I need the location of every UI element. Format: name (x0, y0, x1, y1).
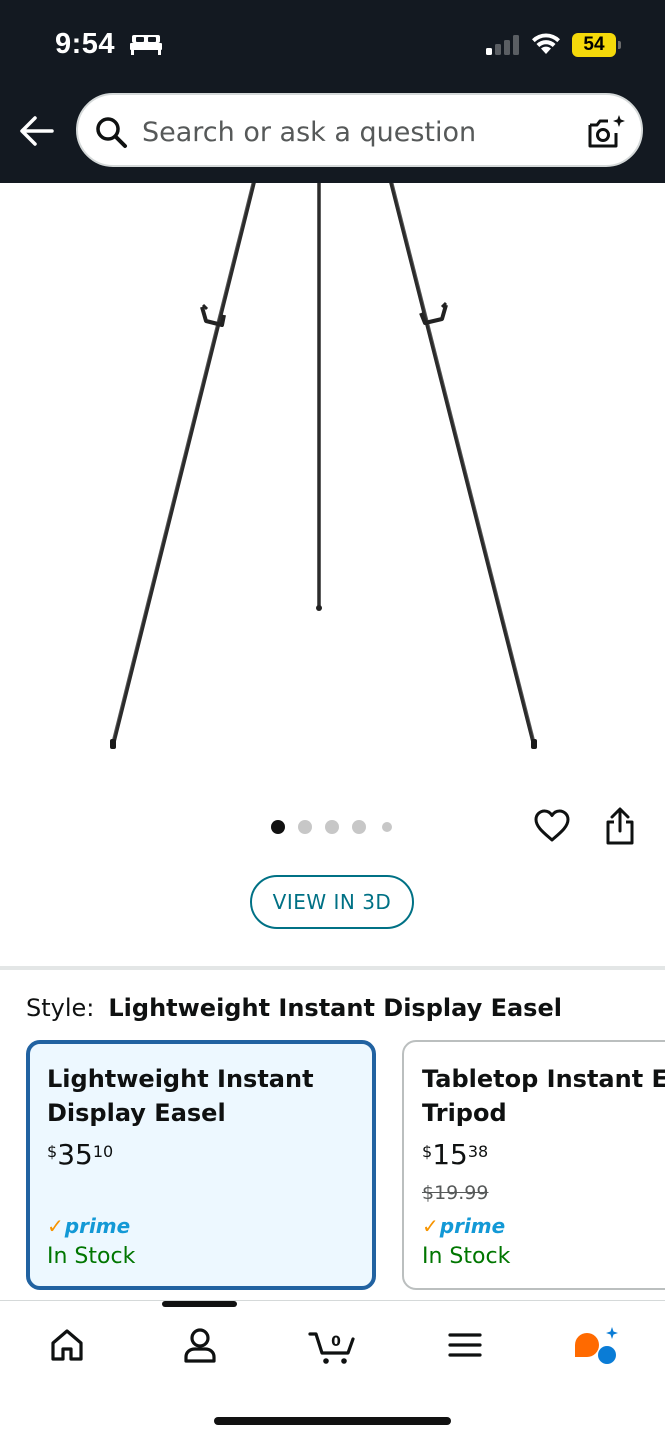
heart-icon[interactable] (533, 808, 571, 844)
style-selector-label: Style: Lightweight Instant Display Easel (26, 994, 562, 1022)
status-time: 9:54 (55, 28, 116, 60)
prime-label: prime (64, 1214, 131, 1238)
product-image[interactable] (0, 183, 665, 783)
cart-icon[interactable]: 0 (308, 1325, 358, 1365)
rufus-ai-icon[interactable] (572, 1325, 620, 1367)
prime-badge: ✓prime (422, 1214, 505, 1240)
search-bar[interactable] (76, 93, 643, 167)
prime-check-icon: ✓ (422, 1214, 439, 1238)
price-fraction: 38 (467, 1142, 489, 1161)
carousel-dot[interactable] (298, 820, 312, 834)
carousel-dot[interactable] (382, 822, 392, 832)
home-icon[interactable] (47, 1325, 87, 1365)
price-fraction: 10 (92, 1142, 114, 1161)
search-input[interactable] (142, 113, 572, 151)
variant-price: $1538 (422, 1138, 488, 1171)
cart-count: 0 (331, 1334, 341, 1350)
wifi-icon (532, 33, 560, 54)
battery-icon: 54 (572, 33, 622, 57)
variant-title: Lightweight Instant Display Easel (47, 1062, 367, 1130)
carousel-dot[interactable] (271, 820, 285, 834)
account-icon[interactable] (180, 1325, 220, 1365)
active-tab-indicator (162, 1301, 237, 1307)
stock-status: In Stock (47, 1244, 136, 1269)
variant-title-line: Tabletop Instant Ea (422, 1065, 665, 1093)
bed-icon (130, 35, 162, 55)
image-carousel-dots[interactable] (270, 820, 400, 834)
price-whole: 35 (57, 1138, 93, 1171)
carousel-dot[interactable] (352, 820, 366, 834)
top-header: 9:54 54 (0, 0, 665, 183)
battery-percent: 54 (583, 34, 605, 55)
price-symbol: $ (422, 1142, 433, 1161)
menu-icon[interactable] (445, 1325, 485, 1365)
section-divider (0, 966, 665, 970)
variant-title-line: Lightweight Instant (47, 1065, 314, 1093)
variant-price: $3510 (47, 1138, 113, 1171)
prime-badge: ✓prime (47, 1214, 130, 1240)
back-arrow-icon[interactable] (18, 112, 56, 150)
price-whole: 15 (432, 1138, 468, 1171)
list-price: $19.99 (422, 1182, 489, 1204)
variant-title-line: Tripod (422, 1099, 507, 1127)
view-in-3d-button[interactable]: VIEW IN 3D (250, 875, 414, 929)
variant-title-line: Display Easel (47, 1099, 226, 1127)
bottom-nav-bar: 0 (0, 1300, 665, 1440)
prime-label: prime (439, 1214, 506, 1238)
search-icon[interactable] (94, 115, 128, 149)
carousel-dot[interactable] (325, 820, 339, 834)
variant-card-tabletop-tripod[interactable]: Tabletop Instant Ea Tripod $1538 $19.99 … (402, 1040, 665, 1290)
prime-check-icon: ✓ (47, 1214, 64, 1238)
style-label: Style: (26, 994, 95, 1022)
camera-search-icon[interactable] (586, 113, 626, 151)
home-indicator-bar[interactable] (214, 1417, 451, 1425)
stock-status: In Stock (422, 1244, 511, 1269)
share-icon[interactable] (603, 806, 637, 846)
variant-title: Tabletop Instant Ea Tripod (422, 1062, 665, 1130)
style-value: Lightweight Instant Display Easel (108, 994, 562, 1022)
cellular-signal-icon (486, 35, 519, 55)
variant-card-lightweight-easel[interactable]: Lightweight Instant Display Easel $3510 … (26, 1040, 376, 1290)
price-symbol: $ (47, 1142, 58, 1161)
